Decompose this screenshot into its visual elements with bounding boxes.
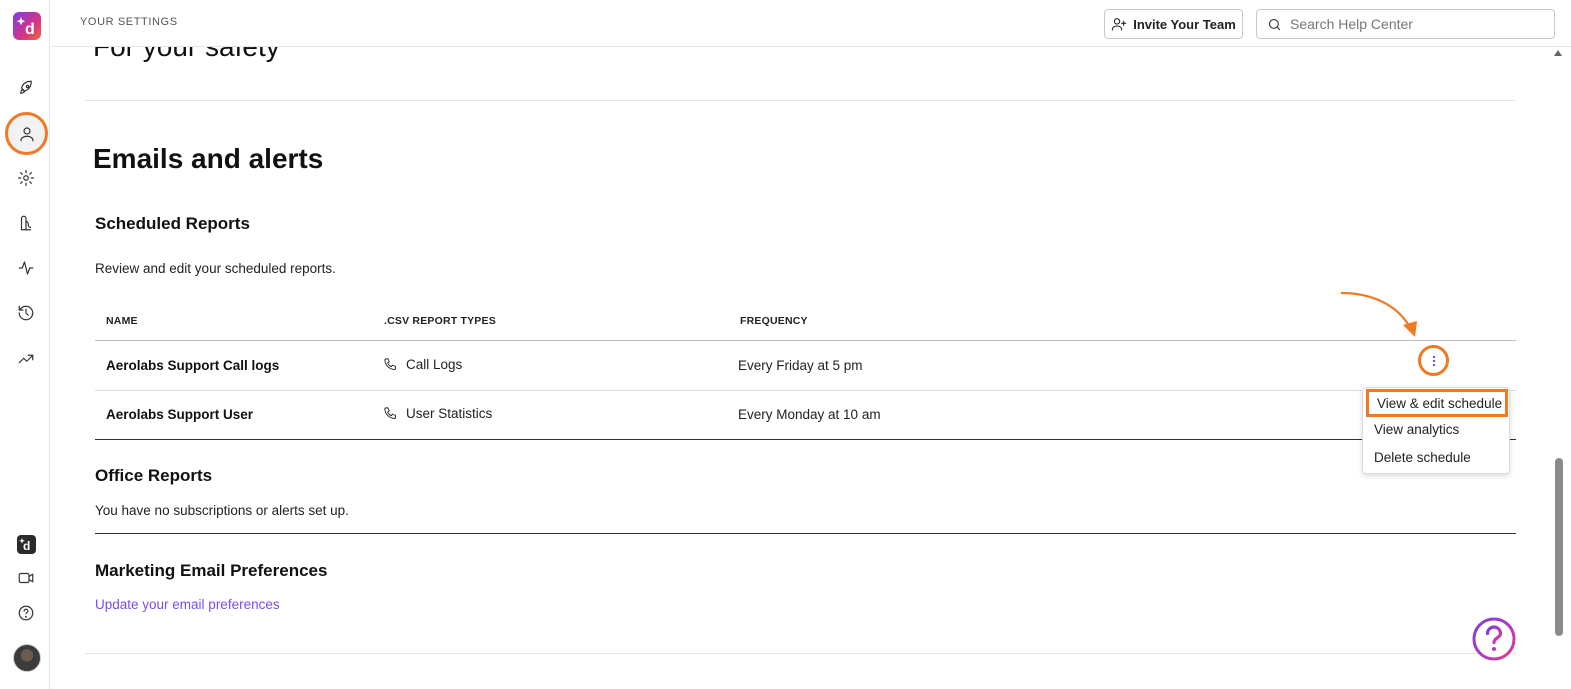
scheduled-reports-title: Scheduled Reports [95, 214, 250, 233]
more-vertical-icon [1432, 355, 1435, 366]
user-icon [19, 126, 34, 141]
report-type: User Statistics [383, 406, 492, 421]
phone-icon [384, 358, 396, 370]
gear-icon[interactable] [15, 167, 37, 189]
table-row[interactable]: Aerolabs Support Call logs Call Logs Eve… [95, 341, 1516, 390]
column-header-name: NAME [106, 315, 138, 327]
invite-team-button[interactable]: Invite Your Team [1104, 9, 1243, 39]
search-input[interactable] [1290, 16, 1540, 32]
update-email-preferences-link[interactable]: Update your email preferences [95, 597, 280, 612]
scroll-up-arrow-icon[interactable] [1554, 50, 1562, 56]
report-type-label: Call Logs [406, 357, 463, 372]
top-bar: YOUR SETTINGS Invite Your Team [51, 0, 1571, 47]
divider [85, 100, 1516, 101]
search-icon [1268, 18, 1281, 30]
marketing-preferences-title: Marketing Email Preferences [95, 561, 328, 580]
svg-text:d: d [25, 21, 35, 38]
report-name: Aerolabs Support Call logs [106, 358, 280, 373]
column-header-frequency: FREQUENCY [740, 315, 808, 327]
trending-up-icon[interactable] [15, 348, 37, 370]
help-chat-button[interactable] [1471, 616, 1517, 662]
office-reports-empty-message: You have no subscriptions or alerts set … [95, 503, 349, 518]
report-name: Aerolabs Support User [106, 407, 254, 422]
video-icon[interactable] [15, 567, 37, 589]
divider [95, 533, 1516, 534]
menu-item-delete-schedule[interactable]: Delete schedule [1374, 450, 1471, 465]
phone-icon [384, 407, 396, 419]
table-bottom-divider [95, 439, 1516, 440]
dialpad-logo-icon[interactable]: d [13, 12, 41, 40]
safety-section-title: For your safety [93, 47, 280, 63]
table-row[interactable]: Aerolabs Support User User Statistics Ev… [95, 390, 1516, 439]
report-frequency: Every Monday at 10 am [738, 407, 881, 422]
avatar[interactable] [13, 644, 41, 672]
contact-center-icon[interactable] [15, 212, 37, 234]
column-header-report-types: .CSV REPORT TYPES [384, 315, 496, 327]
office-reports-title: Office Reports [95, 466, 213, 485]
user-plus-icon [1112, 18, 1127, 31]
svg-text:d: d [23, 539, 30, 553]
settings-content: For your safety Emails and alerts Schedu… [51, 47, 1551, 689]
app-logo-small-icon[interactable]: d [17, 535, 36, 554]
report-type: Call Logs [383, 357, 462, 372]
report-frequency: Every Friday at 5 pm [738, 358, 863, 373]
row-actions-menu: View & edit schedule View analytics Dele… [1362, 387, 1510, 474]
scrollbar-thumb[interactable] [1555, 458, 1563, 636]
activity-pulse-icon[interactable] [15, 257, 37, 279]
divider [85, 653, 1516, 654]
row-actions-button[interactable] [1418, 345, 1449, 376]
menu-item-view-edit-schedule[interactable]: View & edit schedule [1366, 389, 1508, 417]
menu-item-view-analytics[interactable]: View analytics [1374, 422, 1459, 437]
profile-nav-item-active[interactable] [5, 112, 48, 155]
help-circle-icon[interactable] [15, 602, 37, 624]
report-type-label: User Statistics [406, 406, 493, 421]
annotation-arrow-icon [1340, 291, 1417, 337]
page-title: Emails and alerts [93, 143, 324, 174]
search-box[interactable] [1256, 9, 1555, 39]
invite-team-label: Invite Your Team [1133, 16, 1236, 32]
rocket-icon[interactable] [15, 77, 37, 99]
left-nav-rail: d d [0, 0, 50, 689]
scheduled-reports-description: Review and edit your scheduled reports. [95, 261, 336, 276]
history-icon[interactable] [15, 302, 37, 324]
breadcrumb: YOUR SETTINGS [80, 16, 178, 28]
